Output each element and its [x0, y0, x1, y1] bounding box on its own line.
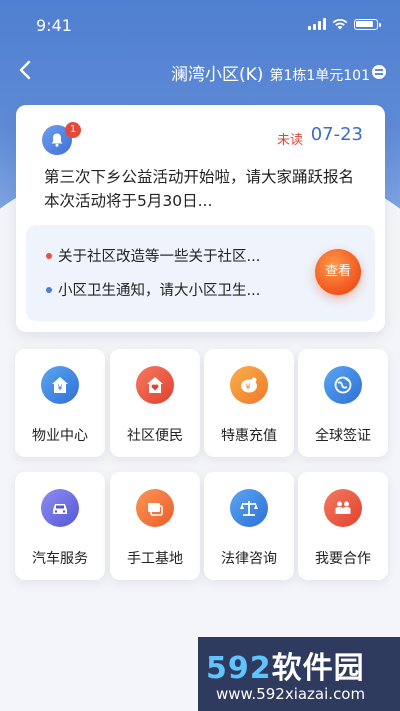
watermark: 592软件园 www.592xiazai.com [198, 637, 400, 711]
status-time: 9:41 [36, 16, 72, 35]
switch-menu-icon[interactable] [372, 65, 386, 79]
notification-badge: 1 [65, 122, 81, 138]
service-label: 社区便民 [127, 428, 183, 444]
red-dot-icon [46, 252, 52, 259]
visa-icon [324, 366, 362, 404]
car-icon [41, 489, 79, 527]
service-community[interactable]: 社区便民 [110, 349, 200, 457]
service-label: 汽车服务 [32, 551, 88, 567]
nav-bar: 澜湾小区(K) 第1栋1单元101 [0, 50, 400, 94]
community-selector[interactable]: 澜湾小区(K) 第1栋1单元101 [171, 60, 370, 85]
news-item-text: 小区卫生通知，请大小区卫生... [58, 283, 261, 299]
notice-text: 第三次下乡公益活动开始啦，请大家踊跃报名本次活动将于5月30日... [44, 168, 355, 210]
service-label: 全球签证 [315, 428, 371, 444]
property-icon: ¥ [41, 366, 79, 404]
unit-name: 第1栋1单元101 [269, 68, 370, 84]
law-icon [230, 489, 268, 527]
news-item-text: 关于社区改造等一些关于社区... [58, 249, 261, 265]
service-car[interactable]: 汽车服务 [15, 472, 105, 580]
cooperate-icon [324, 489, 362, 527]
service-label: 我要合作 [315, 551, 371, 567]
service-label: 特惠充值 [221, 428, 277, 444]
community-name: 澜湾小区(K) [171, 65, 264, 85]
service-recharge[interactable]: ¥ 特惠充值 [204, 349, 294, 457]
unread-label: 未读 [276, 133, 303, 148]
signal-icon [308, 18, 326, 30]
battery-icon [354, 18, 381, 30]
craft-icon [136, 489, 174, 527]
watermark-brand: 592软件园 [206, 643, 365, 687]
service-cooperate[interactable]: 我要合作 [298, 472, 388, 580]
svg-text:¥: ¥ [57, 384, 62, 393]
news-box: 关于社区改造等一些关于社区... 小区卫生通知，请大小区卫生... 查看 [26, 225, 375, 321]
status-icons [308, 18, 381, 30]
notice-date: 07-23 [310, 124, 363, 145]
service-label: 物业中心 [32, 428, 88, 444]
blue-dot-icon [46, 286, 52, 293]
service-craft[interactable]: 手工基地 [110, 472, 200, 580]
watermark-text: 软件园 [271, 651, 365, 686]
notice-card[interactable]: 1 未读 07-23 第三次下乡公益活动开始啦，请大家踊跃报名本次活动将于5月3… [16, 105, 385, 332]
news-item[interactable]: 关于社区改造等一些关于社区... [46, 245, 260, 266]
recharge-icon: ¥ [230, 366, 268, 404]
service-property[interactable]: ¥ 物业中心 [15, 349, 105, 457]
view-button[interactable]: 查看 [315, 249, 361, 295]
service-visa[interactable]: 全球签证 [298, 349, 388, 457]
wifi-icon [332, 18, 348, 30]
service-law[interactable]: 法律咨询 [204, 472, 294, 580]
back-arrow-icon[interactable] [14, 58, 38, 82]
service-label: 手工基地 [127, 551, 183, 567]
watermark-digits: 592 [206, 651, 272, 686]
news-item[interactable]: 小区卫生通知，请大小区卫生... [46, 279, 260, 300]
status-bar: 9:41 [0, 0, 400, 50]
watermark-url: www.592xiazai.com [216, 685, 366, 703]
service-label: 法律咨询 [221, 551, 277, 567]
community-icon [136, 366, 174, 404]
svg-text:¥: ¥ [245, 383, 250, 392]
